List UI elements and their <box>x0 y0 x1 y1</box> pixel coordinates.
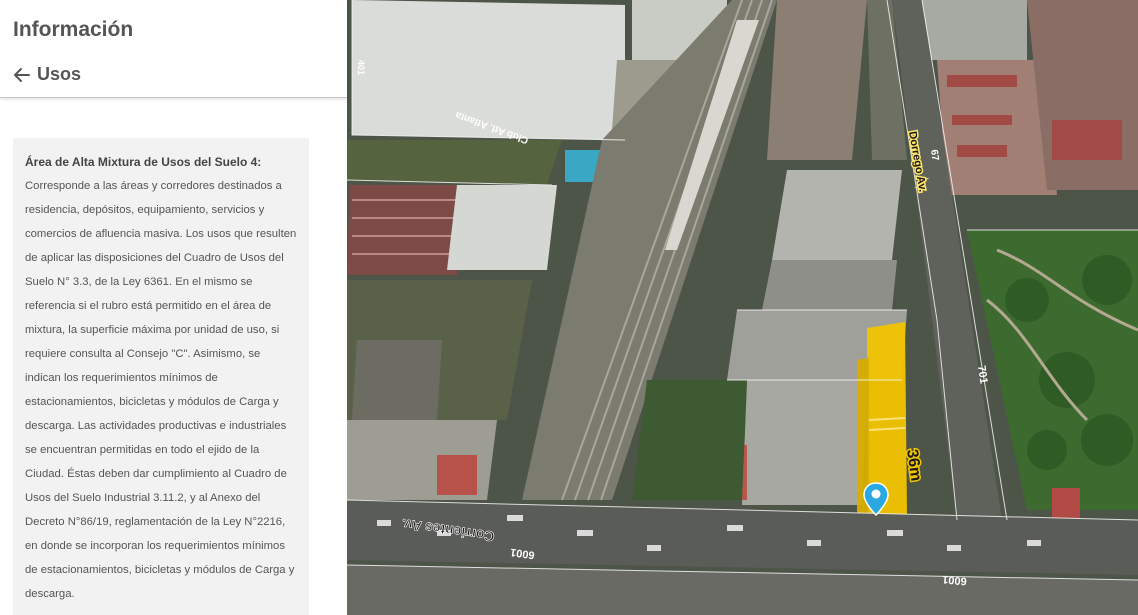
info-heading: Área de Alta Mixtura de Usos del Suelo 4… <box>25 155 262 169</box>
address-number-label: 701 <box>975 365 989 385</box>
building-roof <box>922 0 1027 60</box>
panel-header: Información Usos <box>0 0 347 98</box>
info-body: Corresponde a las áreas y corredores des… <box>25 180 297 600</box>
map-view[interactable]: Corrientes Av. Dorrego Av. Club Atl. Atl… <box>347 0 1138 615</box>
info-panel: Información Usos Área de Alta Mixtura de… <box>0 0 347 615</box>
building-roof <box>352 340 442 420</box>
vegetation <box>632 380 747 500</box>
building-roof <box>352 0 625 140</box>
building-roof <box>1052 488 1080 518</box>
back-to-usos-button[interactable]: Usos <box>13 64 81 85</box>
address-number-label: 67 <box>928 149 941 162</box>
building-roof <box>767 0 867 160</box>
arrow-left-icon <box>14 67 30 82</box>
building-roof <box>762 260 897 310</box>
building-roof <box>347 185 462 275</box>
building-roof <box>447 185 557 270</box>
building-roof <box>437 455 477 495</box>
address-number-label: 401 <box>356 60 366 75</box>
info-card: Área de Alta Mixtura de Usos del Suelo 4… <box>13 138 309 615</box>
panel-title: Información <box>13 18 134 41</box>
app-window: Información Usos Área de Alta Mixtura de… <box>0 0 1138 615</box>
vegetation <box>347 140 562 185</box>
aerial-map[interactable]: Corrientes Av. Dorrego Av. Club Atl. Atl… <box>347 0 1138 615</box>
building-roof <box>742 380 867 505</box>
address-number-label: 6001 <box>942 573 967 587</box>
back-label: Usos <box>37 64 82 84</box>
building-roof <box>772 170 902 260</box>
